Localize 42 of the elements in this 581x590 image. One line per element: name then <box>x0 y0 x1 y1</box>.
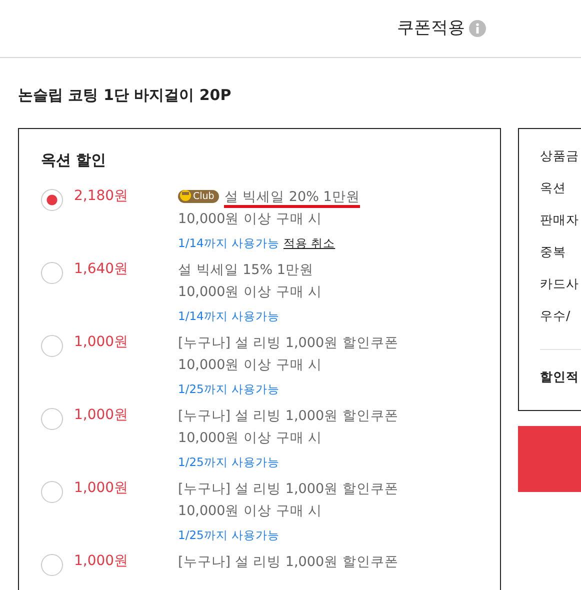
summary-label: 상품금 <box>540 147 580 165</box>
summary-label: 판매자 <box>540 211 580 229</box>
coupon-condition: 10,000원 이상 구매 시 <box>178 502 324 520</box>
discount-amount: 1,000원 <box>74 552 130 570</box>
coupon-title: 설 빅세일 20% 1만원 <box>224 188 360 208</box>
validity-text: 1/25까지 사용가능 <box>178 528 280 542</box>
discount-amount: 2,180원 <box>74 186 130 206</box>
coupon-condition: 10,000원 이상 구매 시 <box>178 428 324 448</box>
apply-button[interactable] <box>518 426 581 492</box>
section-heading: 옥션 할인 <box>41 150 108 171</box>
discount-amount: 1,640원 <box>74 260 130 278</box>
coupon-title: [누구나] 설 리빙 1,000원 할인쿠폰 <box>178 554 398 570</box>
total-label: 할인적 <box>540 368 580 386</box>
validity-text: 1/14까지 사용가능 <box>178 308 280 322</box>
dialog-title: 쿠폰적용 <box>397 16 465 40</box>
summary-label: 중복 <box>540 243 567 261</box>
summary-label: 옥션 <box>540 179 567 197</box>
summary-label: 카드사 <box>540 275 580 293</box>
radio-button[interactable] <box>41 334 63 356</box>
coupon-condition: 10,000원 이상 구매 시 <box>178 356 324 374</box>
validity-text: 1/25까지 사용가능 <box>178 454 280 468</box>
radio-button[interactable] <box>41 554 63 576</box>
radio-button[interactable] <box>41 408 63 430</box>
coupon-title: [누구나] 설 리빙 1,000원 할인쿠폰 <box>178 480 398 496</box>
radio-button[interactable] <box>41 480 63 502</box>
radio-button[interactable] <box>41 262 63 284</box>
discount-amount: 1,000원 <box>74 332 130 352</box>
discount-amount: 1,000원 <box>74 478 130 498</box>
validity-text: 1/25까지 사용가능 <box>178 382 280 396</box>
coupon-condition: 10,000원 이상 구매 시 <box>178 282 322 302</box>
cancel-link[interactable]: 적용 취소 <box>283 232 336 252</box>
radio-button[interactable] <box>41 188 63 210</box>
coupon-condition: 10,000원 이상 구매 시 <box>178 210 324 228</box>
club-badge: Club <box>178 190 220 202</box>
info-icon[interactable] <box>469 20 486 37</box>
product-title: 논슬립 코팅 1단 바지걸이 20P <box>17 85 232 106</box>
discount-amount: 1,000원 <box>74 406 130 424</box>
summary-label: 우수/ <box>540 307 572 325</box>
coupon-title: [누구나] 설 리빙 1,000원 할인쿠폰 <box>178 334 398 350</box>
coupon-title: 설 빅세일 15% 1만원 <box>178 262 314 278</box>
coupon-title: [누구나] 설 리빙 1,000원 할인쿠폰 <box>178 408 398 424</box>
validity-text: 1/14까지 사용가능 <box>178 236 280 250</box>
